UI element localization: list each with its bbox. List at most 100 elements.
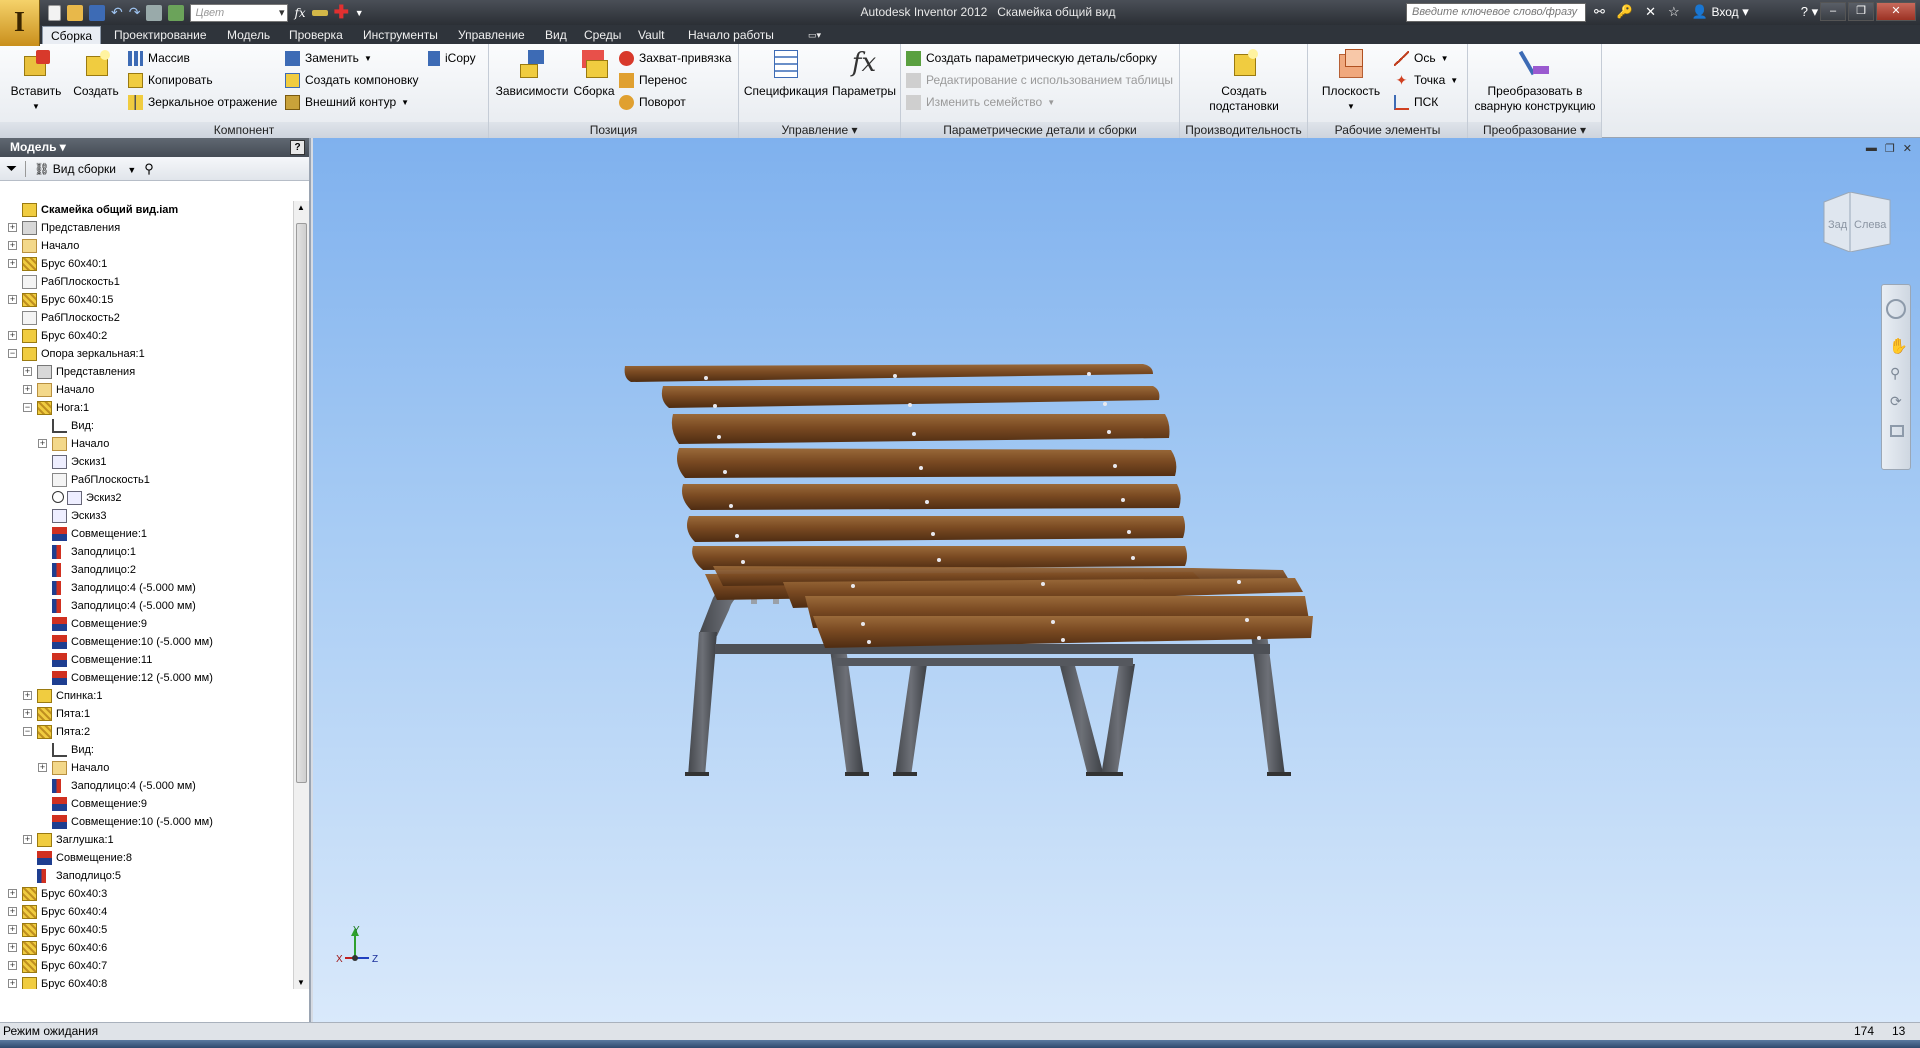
tree-node[interactable]: Совмещение:10 (-5.000 мм) — [0, 813, 293, 831]
redo-icon[interactable]: ↷ — [129, 4, 141, 21]
tree-node[interactable]: Заподлицо:4 (-5.000 мм) — [0, 597, 293, 615]
panel-convert-title[interactable]: Преобразование ▾ — [1468, 122, 1601, 138]
tree-node[interactable]: + Брус 60x40:2 — [0, 327, 293, 345]
parameters-button[interactable]: fx Параметры — [831, 48, 897, 99]
edit-table-button[interactable]: Редактирование с использованием таблицы — [906, 70, 1173, 90]
tab-inspect[interactable]: Проверка — [281, 26, 351, 44]
expand-icon[interactable]: + — [23, 691, 32, 700]
create-layout-button[interactable]: Создать компоновку — [285, 70, 418, 90]
expand-icon[interactable]: + — [23, 367, 32, 376]
plane-button[interactable]: Плоскость ▼ — [1312, 48, 1390, 114]
binoculars-icon[interactable]: ⚯ — [1594, 4, 1605, 20]
bom-button[interactable]: Спецификация — [743, 48, 829, 99]
add-icon[interactable]: ✚ — [334, 2, 349, 23]
pattern-button[interactable]: Массив — [128, 48, 190, 68]
expand-icon[interactable]: + — [8, 961, 17, 970]
constraints-button[interactable]: Зависимости — [495, 48, 569, 99]
tab-design[interactable]: Проектирование — [106, 26, 215, 44]
panel-manage-title[interactable]: Управление ▾ — [739, 122, 900, 138]
expand-icon[interactable]: + — [8, 889, 17, 898]
tree-node[interactable]: РабПлоскость1 — [0, 273, 293, 291]
tree-node[interactable]: Заподлицо:4 (-5.000 мм) — [0, 777, 293, 795]
replace-button[interactable]: Заменить ▼ — [285, 48, 372, 68]
tree-node[interactable]: + Брус 60x40:6 — [0, 939, 293, 957]
login-button[interactable]: 👤 Вход ▾ — [1692, 4, 1749, 20]
create-button[interactable]: Создать — [70, 48, 122, 99]
shrinkwrap-button[interactable]: Внешний контур ▼ — [285, 92, 409, 112]
undo-icon[interactable]: ↶ — [111, 4, 123, 21]
tree-node[interactable]: Заподлицо:5 — [0, 867, 293, 885]
expand-icon[interactable]: + — [8, 925, 17, 934]
new-file-icon[interactable] — [48, 4, 61, 21]
qat-menu-icon[interactable]: ▼ — [355, 8, 364, 18]
tree-node[interactable]: РабПлоскость2 — [0, 309, 293, 327]
tree-scrollbar[interactable]: ▲ ▼ — [293, 201, 309, 989]
tree-node[interactable]: Совмещение:10 (-5.000 мм) — [0, 633, 293, 651]
point-button[interactable]: ✦ Точка ▼ — [1394, 70, 1459, 90]
tree-node[interactable]: Совмещение:11 — [0, 651, 293, 669]
rotate-button[interactable]: Поворот — [619, 92, 686, 112]
look-at-icon[interactable] — [1890, 425, 1904, 437]
tree-node[interactable]: + Спинка:1 — [0, 687, 293, 705]
filter-icon[interactable]: ⏷ — [6, 160, 17, 177]
assembly-view-dropdown[interactable]: ⛓ Вид сборки ▼ — [34, 162, 136, 176]
ribbon-minimize-icon[interactable]: ▭▾ — [800, 26, 829, 44]
tree-node[interactable]: − Нога:1 — [0, 399, 293, 417]
expand-icon[interactable]: + — [8, 295, 17, 304]
change-family-button[interactable]: Изменить семейство ▼ — [906, 92, 1055, 112]
bench-model[interactable] — [313, 138, 1920, 1022]
tree-node[interactable]: + Начало — [0, 759, 293, 777]
tab-assembly[interactable]: Сборка — [42, 26, 102, 44]
expand-icon[interactable]: + — [8, 979, 17, 988]
tree-node[interactable]: − Пята:2 — [0, 723, 293, 741]
expand-icon[interactable]: + — [23, 385, 32, 394]
scroll-thumb[interactable] — [296, 223, 307, 783]
tree-node[interactable]: + Заглушка:1 — [0, 831, 293, 849]
expand-icon[interactable]: + — [23, 835, 32, 844]
tree-node[interactable]: Совмещение:9 — [0, 615, 293, 633]
collapse-icon[interactable]: − — [23, 727, 32, 736]
color-combo[interactable]: Цвет — [190, 3, 289, 22]
tab-tools[interactable]: Инструменты — [355, 26, 446, 44]
pan-icon[interactable]: ✋ — [1889, 337, 1908, 355]
tree-node[interactable]: Заподлицо:2 — [0, 561, 293, 579]
insert-button[interactable]: Вставить ▼ — [8, 48, 64, 114]
viewcube-left-label[interactable]: Слева — [1854, 219, 1887, 231]
tree-node[interactable]: РабПлоскость1 — [0, 471, 293, 489]
tree-node[interactable]: + Брус 60x40:3 — [0, 885, 293, 903]
mirror-button[interactable]: Зеркальное отражение — [128, 92, 277, 112]
create-ipart-button[interactable]: Создать параметрическую деталь/сборку — [906, 48, 1157, 68]
viewcube[interactable]: Зад Слева — [1820, 192, 1894, 252]
tree-node[interactable]: + Брус 60x40:7 — [0, 957, 293, 975]
icopy-button[interactable]: iCopy — [428, 48, 476, 68]
assemble-button[interactable]: Сборка — [569, 48, 619, 99]
tree-node[interactable]: Заподлицо:1 — [0, 543, 293, 561]
collapse-icon[interactable]: − — [8, 349, 17, 358]
scroll-down-icon[interactable]: ▼ — [297, 978, 305, 987]
create-substitutes-button[interactable]: Создать подстановки — [1188, 48, 1300, 114]
convert-weldment-button[interactable]: Преобразовать в сварную конструкцию — [1470, 48, 1600, 114]
help-search-input[interactable]: Введите ключевое слово/фразу — [1406, 3, 1586, 22]
grip-snap-button[interactable]: Захват-привязка — [619, 48, 731, 68]
expand-icon[interactable]: + — [38, 763, 47, 772]
copy-button[interactable]: Копировать — [128, 70, 213, 90]
tree-node[interactable]: + Брус 60x40:15 — [0, 291, 293, 309]
tree-node[interactable]: + Брус 60x40:8 — [0, 975, 293, 989]
exchange-icon[interactable]: ✕ — [1645, 4, 1656, 20]
expand-icon[interactable]: + — [8, 241, 17, 250]
tab-vault[interactable]: Vault — [630, 26, 672, 44]
tree-node[interactable]: + Представления — [0, 363, 293, 381]
expand-icon[interactable]: + — [8, 259, 17, 268]
tree-node[interactable]: + Представления — [0, 219, 293, 237]
tab-manage[interactable]: Управление — [450, 26, 533, 44]
application-menu-button[interactable]: I — [0, 0, 40, 46]
tree-node[interactable]: + Брус 60x40:1 — [0, 255, 293, 273]
save-icon[interactable] — [89, 4, 105, 21]
tree-node[interactable]: Совмещение:12 (-5.000 мм) — [0, 669, 293, 687]
tree-node[interactable]: Вид: — [0, 741, 293, 759]
tree-node[interactable]: Заподлицо:4 (-5.000 мм) — [0, 579, 293, 597]
tree-node[interactable]: Скамейка общий вид.iam — [0, 201, 293, 219]
collapse-icon[interactable]: − — [23, 403, 32, 412]
tree-node[interactable]: + Начало — [0, 381, 293, 399]
ucs-button[interactable]: ПСК — [1394, 92, 1438, 112]
